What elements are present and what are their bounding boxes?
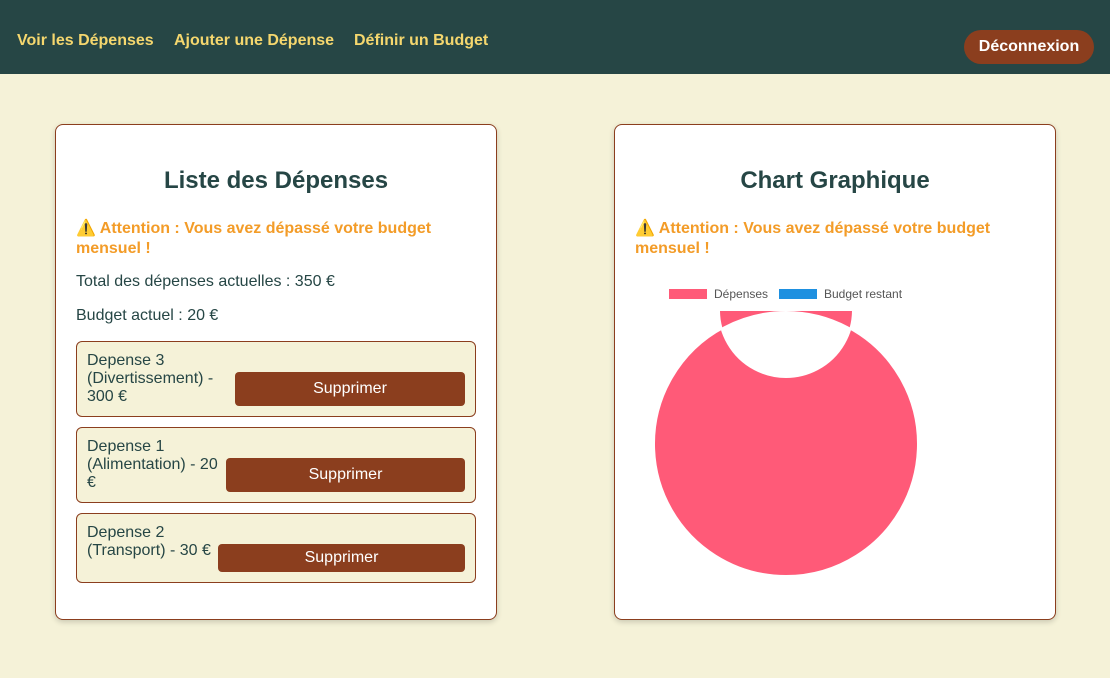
- delete-expense-button[interactable]: Supprimer: [235, 372, 465, 406]
- total-expenses-text: Total des dépenses actuelles : 350 €: [76, 273, 335, 290]
- legend-swatch: [669, 289, 707, 299]
- expense-list-card: Liste des Dépenses ⚠️ Attention : Vous a…: [55, 124, 497, 620]
- chart-card: Chart Graphique ⚠️ Attention : Vous avez…: [614, 124, 1056, 620]
- warning-icon: ⚠️: [635, 220, 655, 237]
- expense-item: Depense 1 (Alimentation) - 20 € Supprime…: [76, 427, 476, 503]
- nav-set-budget-link[interactable]: Définir un Budget: [354, 32, 488, 50]
- expense-description: Depense 2 (Transport) - 30 €: [87, 524, 211, 559]
- legend-swatch: [779, 289, 817, 299]
- top-navbar: Voir les Dépenses Ajouter une Dépense Dé…: [0, 0, 1110, 74]
- legend-label: Budget restant: [824, 287, 903, 301]
- alert-text: Attention : Vous avez dépassé votre budg…: [635, 220, 991, 257]
- warning-icon: ⚠️: [76, 220, 96, 237]
- budget-exceeded-alert: ⚠️ Attention : Vous avez dépassé votre b…: [76, 219, 476, 259]
- delete-expense-button[interactable]: Supprimer: [226, 458, 465, 492]
- budget-exceeded-alert: ⚠️ Attention : Vous avez dépassé votre b…: [635, 219, 1035, 259]
- donut-chart: [653, 311, 919, 577]
- alert-text: Attention : Vous avez dépassé votre budg…: [76, 220, 432, 257]
- legend-label: Dépenses: [714, 287, 769, 301]
- expense-list-title: Liste des Dépenses: [163, 167, 389, 194]
- nav-add-expense-link[interactable]: Ajouter une Dépense: [174, 32, 334, 50]
- logout-button[interactable]: Déconnexion: [964, 30, 1094, 64]
- expense-description: Depense 1 (Alimentation) - 20 €: [87, 438, 218, 491]
- delete-expense-button[interactable]: Supprimer: [218, 544, 465, 572]
- nav-view-expenses-link[interactable]: Voir les Dépenses: [17, 32, 154, 50]
- current-budget-text: Budget actuel : 20 €: [76, 307, 219, 324]
- expense-item: Depense 2 (Transport) - 30 € Supprimer: [76, 513, 476, 583]
- expense-item: Depense 3 (Divertissement) - 300 € Suppr…: [76, 341, 476, 417]
- expense-description: Depense 3 (Divertissement) - 300 €: [87, 352, 214, 405]
- chart-card-title: Chart Graphique: [740, 167, 930, 194]
